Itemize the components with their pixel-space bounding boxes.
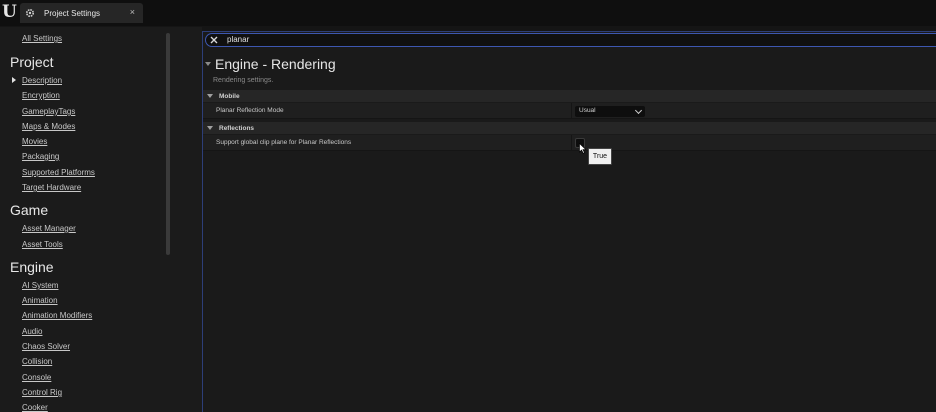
sidebar-item-asset-manager[interactable]: Asset Manager [22, 224, 76, 233]
unreal-logo-icon[interactable]: U [2, 3, 18, 21]
sidebar-item-asset-tools[interactable]: Asset Tools [22, 240, 63, 249]
sidebar-item-collision[interactable]: Collision [22, 357, 52, 366]
column-divider[interactable] [571, 103, 572, 119]
category-reflections[interactable]: Reflections [203, 122, 936, 134]
sidebar-item-audio[interactable]: Audio [22, 327, 42, 336]
sidebar-item-maps-modes[interactable]: Maps & Modes [22, 122, 75, 131]
sidebar-item-ai-system[interactable]: AI System [22, 281, 58, 290]
sidebar-item-target-hardware[interactable]: Target Hardware [22, 183, 81, 192]
category-label: Reflections [219, 124, 255, 132]
section-title-game: Game [10, 202, 49, 218]
sidebar-item-control-rig[interactable]: Control Rig [22, 388, 62, 397]
section-title-engine: Engine [10, 259, 54, 275]
collapse-arrow-icon [205, 62, 211, 66]
clear-search-icon[interactable] [209, 34, 219, 46]
page-title: Engine - Rendering [215, 56, 336, 72]
section-title-project: Project [10, 54, 54, 70]
category-label: Mobile [219, 92, 240, 100]
property-row-global-clip-plane: Support global clip plane for Planar Ref… [203, 135, 936, 151]
gear-icon [25, 8, 35, 18]
sidebar-item-gameplaytags[interactable]: GameplayTags [22, 107, 75, 116]
tab-project-settings[interactable]: Project Settings × [20, 3, 143, 23]
settings-details-panel [202, 31, 936, 412]
collapse-arrow-icon [207, 94, 213, 98]
close-tab-icon[interactable]: × [130, 7, 135, 17]
property-row-planar-reflection-mode: Planar Reflection Mode [203, 103, 936, 119]
collapse-arrow-icon [207, 126, 213, 130]
mouse-cursor-icon [579, 141, 587, 154]
selected-arrow-icon [12, 77, 16, 83]
section-header-engine-rendering[interactable]: Engine - Rendering [205, 53, 336, 75]
column-divider[interactable] [571, 135, 572, 151]
tab-label: Project Settings [44, 8, 101, 18]
page-subtitle: Rendering settings. [213, 77, 274, 84]
sidebar-item-description[interactable]: Description [22, 76, 62, 85]
all-settings-link[interactable]: All Settings [22, 34, 62, 43]
sidebar-item-movies[interactable]: Movies [22, 137, 47, 146]
sidebar-item-encryption[interactable]: Encryption [22, 91, 60, 100]
property-label: Planar Reflection Mode [216, 107, 284, 114]
sidebar-item-cooker[interactable]: Cooker [22, 403, 48, 412]
property-label: Support global clip plane for Planar Ref… [216, 139, 352, 146]
sidebar-item-supported-platforms[interactable]: Supported Platforms [22, 168, 95, 177]
sidebar-scrollbar[interactable] [166, 33, 170, 255]
chevron-down-icon [634, 106, 643, 115]
sidebar-item-chaos-solver[interactable]: Chaos Solver [22, 342, 70, 351]
dropdown-value: Usual [579, 107, 596, 114]
search-input[interactable]: planar [205, 33, 936, 47]
sidebar-item-console[interactable]: Console [22, 373, 51, 382]
sidebar-item-packaging[interactable]: Packaging [22, 152, 59, 161]
sidebar-item-animation-modifiers[interactable]: Animation Modifiers [22, 311, 92, 320]
category-mobile[interactable]: Mobile [203, 90, 936, 102]
tooltip: True [588, 148, 612, 165]
sidebar-item-animation[interactable]: Animation [22, 296, 58, 305]
search-value: planar [227, 35, 250, 44]
planar-reflection-mode-dropdown[interactable]: Usual [575, 106, 645, 117]
title-bar: U Project Settings × [0, 0, 936, 26]
